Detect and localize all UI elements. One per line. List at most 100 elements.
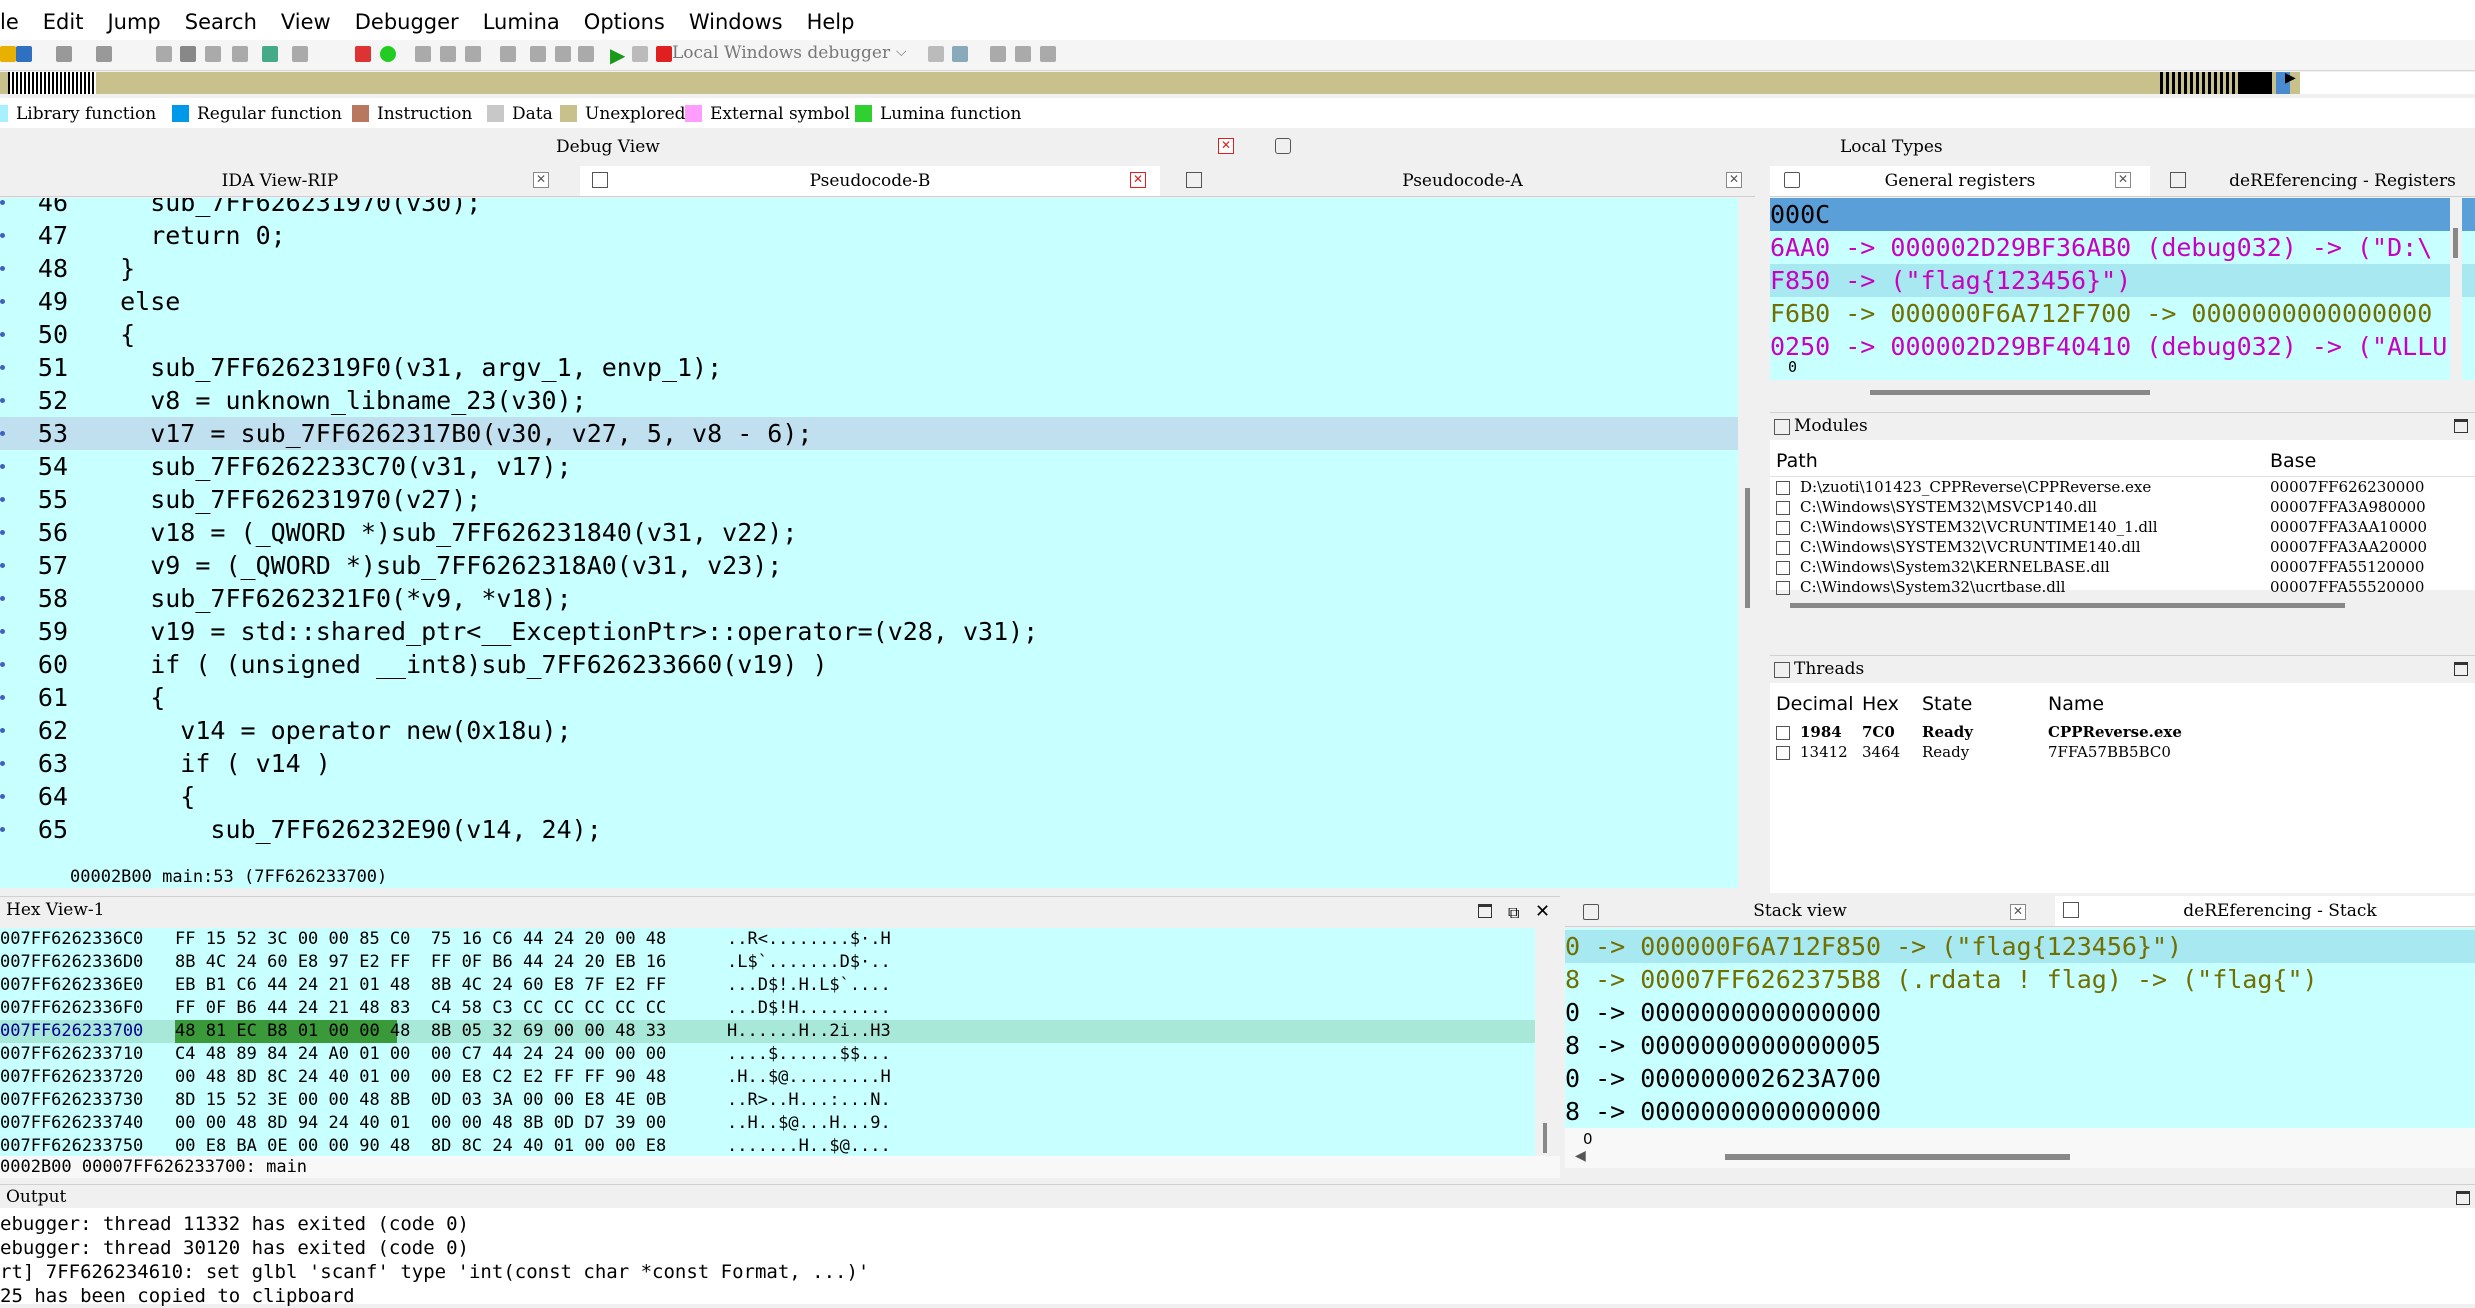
chevron-down-icon[interactable]: ⌵ bbox=[896, 44, 907, 60]
graph-icon[interactable] bbox=[156, 46, 172, 62]
code-line[interactable]: 50 { bbox=[0, 318, 1738, 351]
breakpoint-dot-icon[interactable] bbox=[0, 629, 5, 634]
hex-row[interactable]: 007FF6262336D0 8B 4C 24 60 E8 97 E2 FF FF… bbox=[0, 951, 1535, 974]
float-icon[interactable]: ⧉ bbox=[1508, 900, 1519, 926]
tab-pseudocode-a[interactable]: Pseudocode-A ✕ bbox=[1170, 166, 1755, 196]
tab-pseudocode-b[interactable]: Pseudocode-B ✕ bbox=[580, 166, 1160, 196]
breakpoint-dot-icon[interactable] bbox=[0, 431, 5, 436]
breakpoint-dot-icon[interactable] bbox=[0, 266, 5, 271]
step-into-icon[interactable] bbox=[928, 46, 944, 62]
pseudocode-scrollbar[interactable] bbox=[1742, 198, 1754, 888]
list-icon[interactable] bbox=[1015, 46, 1031, 62]
breakpoint-dot-icon[interactable] bbox=[0, 365, 5, 370]
step-over-icon[interactable] bbox=[952, 46, 968, 62]
code-line[interactable]: 60 if ( (unsigned __int8)sub_7FF62623366… bbox=[0, 648, 1738, 681]
breakpoint-dot-icon[interactable] bbox=[0, 200, 5, 205]
menu-lumina[interactable]: Lumina bbox=[471, 0, 572, 34]
code-line[interactable]: 63 if ( v14 ) bbox=[0, 747, 1738, 780]
names-icon[interactable] bbox=[440, 46, 456, 62]
code-line[interactable]: 59 v19 = std::shared_ptr<__ExceptionPtr>… bbox=[0, 615, 1738, 648]
play-icon[interactable]: ▶ bbox=[610, 43, 625, 67]
stack-row[interactable]: 0 -> 000000002623A700 bbox=[1565, 1062, 2475, 1095]
register-row[interactable]: F6B0 -> 000000F6A712F700 -> 000000000000… bbox=[1770, 297, 2475, 330]
back-icon[interactable] bbox=[56, 46, 72, 62]
code-line[interactable]: 56 v18 = (_QWORD *)sub_7FF626231840(v31,… bbox=[0, 516, 1738, 549]
modules-hscroll[interactable] bbox=[1770, 598, 2475, 612]
breakpoint-dot-icon[interactable] bbox=[0, 596, 5, 601]
code-line[interactable]: 65 sub_7FF626232E90(v14, 24); bbox=[0, 813, 1738, 846]
threads-col-decimal[interactable]: Decimal bbox=[1776, 693, 1853, 715]
pseudocode-view[interactable]: 46 sub_7FF626231970(v30); 47 return 0; 48 … bbox=[0, 198, 1738, 866]
breakpoint-dot-icon[interactable] bbox=[0, 233, 5, 238]
hex-row[interactable]: 007FF626233730 8D 15 52 3E 00 00 48 8B 0D… bbox=[0, 1089, 1535, 1112]
local-types-tab[interactable]: Local Types bbox=[1840, 137, 1943, 157]
code-line[interactable]: 51 sub_7FF6262319F0(v31, argv_1, envp_1)… bbox=[0, 351, 1738, 384]
script-icon[interactable] bbox=[578, 46, 594, 62]
segment-icon[interactable] bbox=[415, 46, 431, 62]
module-row[interactable]: C:\Windows\System32\ucrtbase.dll 00007FFA… bbox=[1770, 578, 2475, 598]
code-line[interactable]: 58 sub_7FF6262321F0(*v9, *v18); bbox=[0, 582, 1738, 615]
code-line[interactable]: 54 sub_7FF6262233C70(v31, v17); bbox=[0, 450, 1738, 483]
stack-row[interactable]: 8 -> 00007FF6262375B8 (.rdata ! flag) ->… bbox=[1565, 963, 2475, 996]
menu-view[interactable]: View bbox=[269, 0, 343, 34]
breakpoint-icon[interactable] bbox=[355, 46, 371, 62]
tab-stack-view[interactable]: Stack view ✕ bbox=[1565, 896, 2035, 926]
patch-icon[interactable] bbox=[555, 46, 571, 62]
xrefs-icon[interactable] bbox=[530, 46, 546, 62]
registers-hscroll[interactable] bbox=[1770, 380, 2475, 398]
register-row[interactable]: 000C bbox=[1770, 198, 2475, 231]
struct-icon[interactable] bbox=[232, 46, 248, 62]
stack-row[interactable]: 0 -> 0000000000000000 bbox=[1565, 996, 2475, 1029]
functions-icon[interactable] bbox=[465, 46, 481, 62]
maximize-icon[interactable] bbox=[2456, 1191, 2470, 1205]
close-tab-ida-view-icon[interactable]: ✕ bbox=[533, 172, 549, 188]
debugger-select[interactable]: Local Windows debugger bbox=[672, 43, 890, 65]
breakpoint-dot-icon[interactable] bbox=[0, 497, 5, 502]
search-icon[interactable] bbox=[180, 46, 196, 62]
code-line[interactable]: 52 v8 = unknown_libname_23(v30); bbox=[0, 384, 1738, 417]
modules-hscroll-thumb[interactable] bbox=[1790, 603, 2345, 608]
maximize-icon[interactable] bbox=[2454, 419, 2468, 433]
breakpoint-dot-icon[interactable] bbox=[0, 728, 5, 733]
menu-edit[interactable]: Edit bbox=[31, 0, 96, 34]
modules-col-path[interactable]: Path bbox=[1776, 450, 1818, 472]
menu-debugger[interactable]: Debugger bbox=[343, 0, 471, 34]
hex-row[interactable]: 007FF6262336F0 FF 0F B6 44 24 21 48 83 C4… bbox=[0, 997, 1535, 1020]
code-line[interactable]: 57 v9 = (_QWORD *)sub_7FF6262318A0(v31, … bbox=[0, 549, 1738, 582]
jump-icon[interactable] bbox=[262, 46, 278, 62]
stop-icon[interactable] bbox=[656, 46, 672, 62]
tab-deref-stack[interactable]: deREferencing - Stack bbox=[2055, 896, 2475, 926]
stack-row[interactable]: 8 -> 0000000000000000 bbox=[1565, 1095, 2475, 1128]
breakpoint-dot-icon[interactable] bbox=[0, 464, 5, 469]
save-icon[interactable] bbox=[16, 46, 32, 62]
breakpoint-dot-icon[interactable] bbox=[0, 695, 5, 700]
maximize-icon[interactable] bbox=[1478, 904, 1492, 918]
register-row[interactable]: F850 -> ("flag{123456}") bbox=[1770, 264, 2475, 297]
stack-row[interactable]: 8 -> 0000000000000005 bbox=[1565, 1029, 2475, 1062]
hex-row[interactable]: 007FF626233720 00 48 8D 8C 24 40 01 00 00… bbox=[0, 1066, 1535, 1089]
thread-row[interactable]: 13412 3464 Ready 7FFA57BB5BC0 bbox=[1770, 743, 2475, 763]
text-icon[interactable] bbox=[292, 46, 308, 62]
breakpoint-dot-icon[interactable] bbox=[0, 794, 5, 799]
code-line[interactable]: 53 v17 = sub_7FF6262317B0(v30, v27, 5, v… bbox=[0, 417, 1738, 450]
scroll-left-icon[interactable]: ◀ bbox=[1575, 1148, 1586, 1164]
hex-vscroll[interactable] bbox=[1538, 928, 1552, 1156]
close-hex-view-icon[interactable]: ✕ bbox=[1535, 899, 1550, 925]
breakpoint-dot-icon[interactable] bbox=[0, 662, 5, 667]
bookmark-icon[interactable] bbox=[1040, 46, 1056, 62]
menu-search[interactable]: Search bbox=[173, 0, 269, 34]
menu-options[interactable]: Options bbox=[572, 0, 677, 34]
hex-row[interactable]: 007FF6262336E0 EB B1 C6 44 24 21 01 48 8B… bbox=[0, 974, 1535, 997]
thread-row[interactable]: 1984 7C0 Ready CPPReverse.exe bbox=[1770, 723, 2475, 743]
strings-icon[interactable] bbox=[500, 46, 516, 62]
breakpoint-dot-icon[interactable] bbox=[0, 332, 5, 337]
breakpoint-dot-icon[interactable] bbox=[0, 563, 5, 568]
layout-icon[interactable] bbox=[990, 46, 1006, 62]
breakpoint-dot-icon[interactable] bbox=[0, 398, 5, 403]
stack-hscroll-thumb[interactable] bbox=[1725, 1154, 2070, 1160]
tab-general-registers[interactable]: General registers ✕ bbox=[1770, 166, 2150, 196]
menu-windows[interactable]: Windows bbox=[677, 0, 795, 34]
hex-row[interactable]: 007FF626233740 00 00 48 8D 94 24 40 01 00… bbox=[0, 1112, 1535, 1135]
hex-vscroll-thumb[interactable] bbox=[1543, 1123, 1547, 1153]
close-debug-view-icon[interactable]: ✕ bbox=[1218, 138, 1234, 154]
